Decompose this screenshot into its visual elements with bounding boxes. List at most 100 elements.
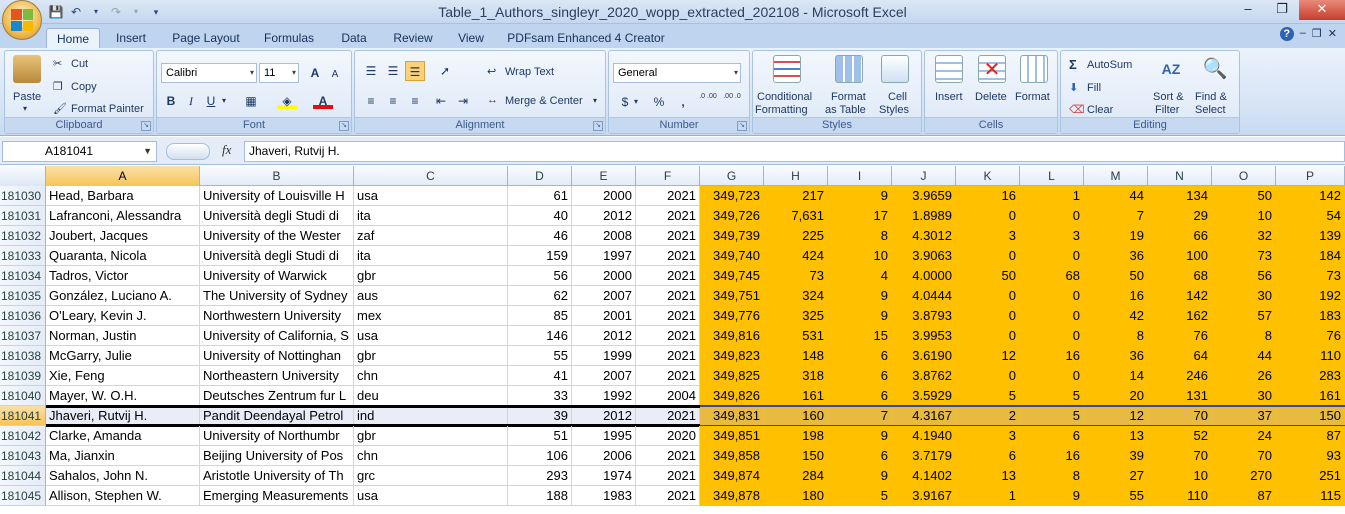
cell-c[interactable]: gbr — [354, 266, 508, 286]
cell-e[interactable]: 1995 — [572, 426, 636, 446]
row-header[interactable]: 181039 — [0, 366, 46, 386]
cell-h[interactable]: 161 — [764, 386, 828, 406]
cell-c[interactable]: chn — [354, 366, 508, 386]
borders-icon[interactable]: ▦ — [241, 91, 261, 111]
cell-n[interactable]: 162 — [1148, 306, 1212, 326]
cell-g[interactable]: 349,874 — [700, 466, 764, 486]
row-header[interactable]: 181037 — [0, 326, 46, 346]
cell-j[interactable]: 4.3012 — [892, 226, 956, 246]
help-icon[interactable]: ? — [1279, 27, 1294, 41]
cell-c[interactable]: gbr — [354, 346, 508, 366]
decrease-decimal-button[interactable]: .00 .0 — [721, 92, 743, 112]
cell-a[interactable]: Mayer, W. O.H. — [46, 386, 200, 406]
cell-f[interactable]: 2021 — [636, 206, 700, 226]
cell-f[interactable]: 2021 — [636, 366, 700, 386]
fill-button[interactable]: Fill — [1087, 82, 1101, 94]
column-header-c[interactable]: C — [354, 166, 508, 186]
cell-f[interactable]: 2021 — [636, 306, 700, 326]
cell-l[interactable]: 0 — [1020, 206, 1084, 226]
cell-c[interactable]: chn — [354, 446, 508, 466]
cell-g[interactable]: 349,826 — [700, 386, 764, 406]
name-box[interactable]: A181041 ▼ — [2, 141, 157, 162]
cell-n[interactable]: 29 — [1148, 206, 1212, 226]
cell-i[interactable]: 6 — [828, 346, 892, 366]
align-left-icon[interactable]: ≡ — [361, 91, 381, 111]
cell-d[interactable]: 46 — [508, 226, 572, 246]
cell-k[interactable]: 0 — [956, 206, 1020, 226]
cell-l[interactable]: 8 — [1020, 466, 1084, 486]
cell-g[interactable]: 349,851 — [700, 426, 764, 446]
cell-styles-button-2[interactable]: Styles — [879, 104, 909, 116]
cell-f[interactable]: 2021 — [636, 266, 700, 286]
increase-indent-icon[interactable]: ⇥ — [453, 91, 473, 111]
cell-f[interactable]: 2021 — [636, 326, 700, 346]
font-color-button[interactable]: A — [313, 91, 333, 109]
cell-f[interactable]: 2021 — [636, 486, 700, 506]
cell-f[interactable]: 2021 — [636, 466, 700, 486]
cell-i[interactable]: 7 — [828, 406, 892, 426]
cell-k[interactable]: 2 — [956, 406, 1020, 426]
cell-o[interactable]: 8 — [1212, 326, 1276, 346]
cell-b[interactable]: Northwestern University — [200, 306, 354, 326]
cell-f[interactable]: 2021 — [636, 406, 700, 426]
cell-o[interactable]: 30 — [1212, 286, 1276, 306]
column-header-l[interactable]: L — [1020, 166, 1084, 186]
cell-b[interactable]: University of the Wester — [200, 226, 354, 246]
cell-f[interactable]: 2004 — [636, 386, 700, 406]
cell-p[interactable]: 251 — [1276, 466, 1345, 486]
cell-p[interactable]: 192 — [1276, 286, 1345, 306]
cell-f[interactable]: 2021 — [636, 346, 700, 366]
cell-j[interactable]: 3.9953 — [892, 326, 956, 346]
cell-l[interactable]: 0 — [1020, 366, 1084, 386]
row-header[interactable]: 181045 — [0, 486, 46, 506]
cell-a[interactable]: McGarry, Julie — [46, 346, 200, 366]
row-header[interactable]: 181036 — [0, 306, 46, 326]
cell-j[interactable]: 4.1402 — [892, 466, 956, 486]
cell-d[interactable]: 40 — [508, 206, 572, 226]
cell-g[interactable]: 349,858 — [700, 446, 764, 466]
cell-j[interactable]: 3.9063 — [892, 246, 956, 266]
cell-a[interactable]: Sahalos, John N. — [46, 466, 200, 486]
cell-i[interactable]: 6 — [828, 386, 892, 406]
insert-function-icon[interactable]: fx — [222, 142, 231, 158]
italic-button[interactable]: I — [181, 91, 201, 111]
cell-b[interactable]: Aristotle University of Th — [200, 466, 354, 486]
cell-o[interactable]: 32 — [1212, 226, 1276, 246]
cell-m[interactable]: 8 — [1084, 326, 1148, 346]
cell-o[interactable]: 57 — [1212, 306, 1276, 326]
ribbon-restore-icon[interactable]: ❐ — [1312, 27, 1322, 41]
minimize-button[interactable]: – — [1231, 0, 1265, 20]
cell-e[interactable]: 1974 — [572, 466, 636, 486]
close-button[interactable]: ✕ — [1299, 0, 1345, 20]
cell-h[interactable]: 198 — [764, 426, 828, 446]
row-header[interactable]: 181042 — [0, 426, 46, 446]
cell-h[interactable]: 318 — [764, 366, 828, 386]
cell-m[interactable]: 42 — [1084, 306, 1148, 326]
cell-b[interactable]: Beijing University of Pos — [200, 446, 354, 466]
cell-n[interactable]: 70 — [1148, 446, 1212, 466]
column-header-k[interactable]: K — [956, 166, 1020, 186]
cell-c[interactable]: usa — [354, 486, 508, 506]
cell-o[interactable]: 50 — [1212, 186, 1276, 206]
tab-review[interactable]: Review — [386, 28, 440, 48]
cell-l[interactable]: 0 — [1020, 246, 1084, 266]
cell-p[interactable]: 54 — [1276, 206, 1345, 226]
cell-h[interactable]: 217 — [764, 186, 828, 206]
restore-button[interactable]: ❐ — [1265, 0, 1299, 20]
cell-j[interactable]: 3.6190 — [892, 346, 956, 366]
cell-i[interactable]: 15 — [828, 326, 892, 346]
cell-e[interactable]: 1983 — [572, 486, 636, 506]
cell-n[interactable]: 68 — [1148, 266, 1212, 286]
column-header-d[interactable]: D — [508, 166, 572, 186]
cell-c[interactable]: gbr — [354, 426, 508, 446]
format-as-table-button-2[interactable]: as Table — [825, 104, 866, 116]
cell-e[interactable]: 2000 — [572, 186, 636, 206]
cell-g[interactable]: 349,745 — [700, 266, 764, 286]
cell-o[interactable]: 44 — [1212, 346, 1276, 366]
name-box-dropdown-icon[interactable]: ▼ — [143, 142, 152, 161]
cell-k[interactable]: 0 — [956, 306, 1020, 326]
percent-button[interactable]: % — [649, 92, 669, 112]
cell-b[interactable]: University of Northumbr — [200, 426, 354, 446]
align-top-icon[interactable]: ☰ — [361, 61, 381, 81]
tab-view[interactable]: View — [450, 28, 492, 48]
